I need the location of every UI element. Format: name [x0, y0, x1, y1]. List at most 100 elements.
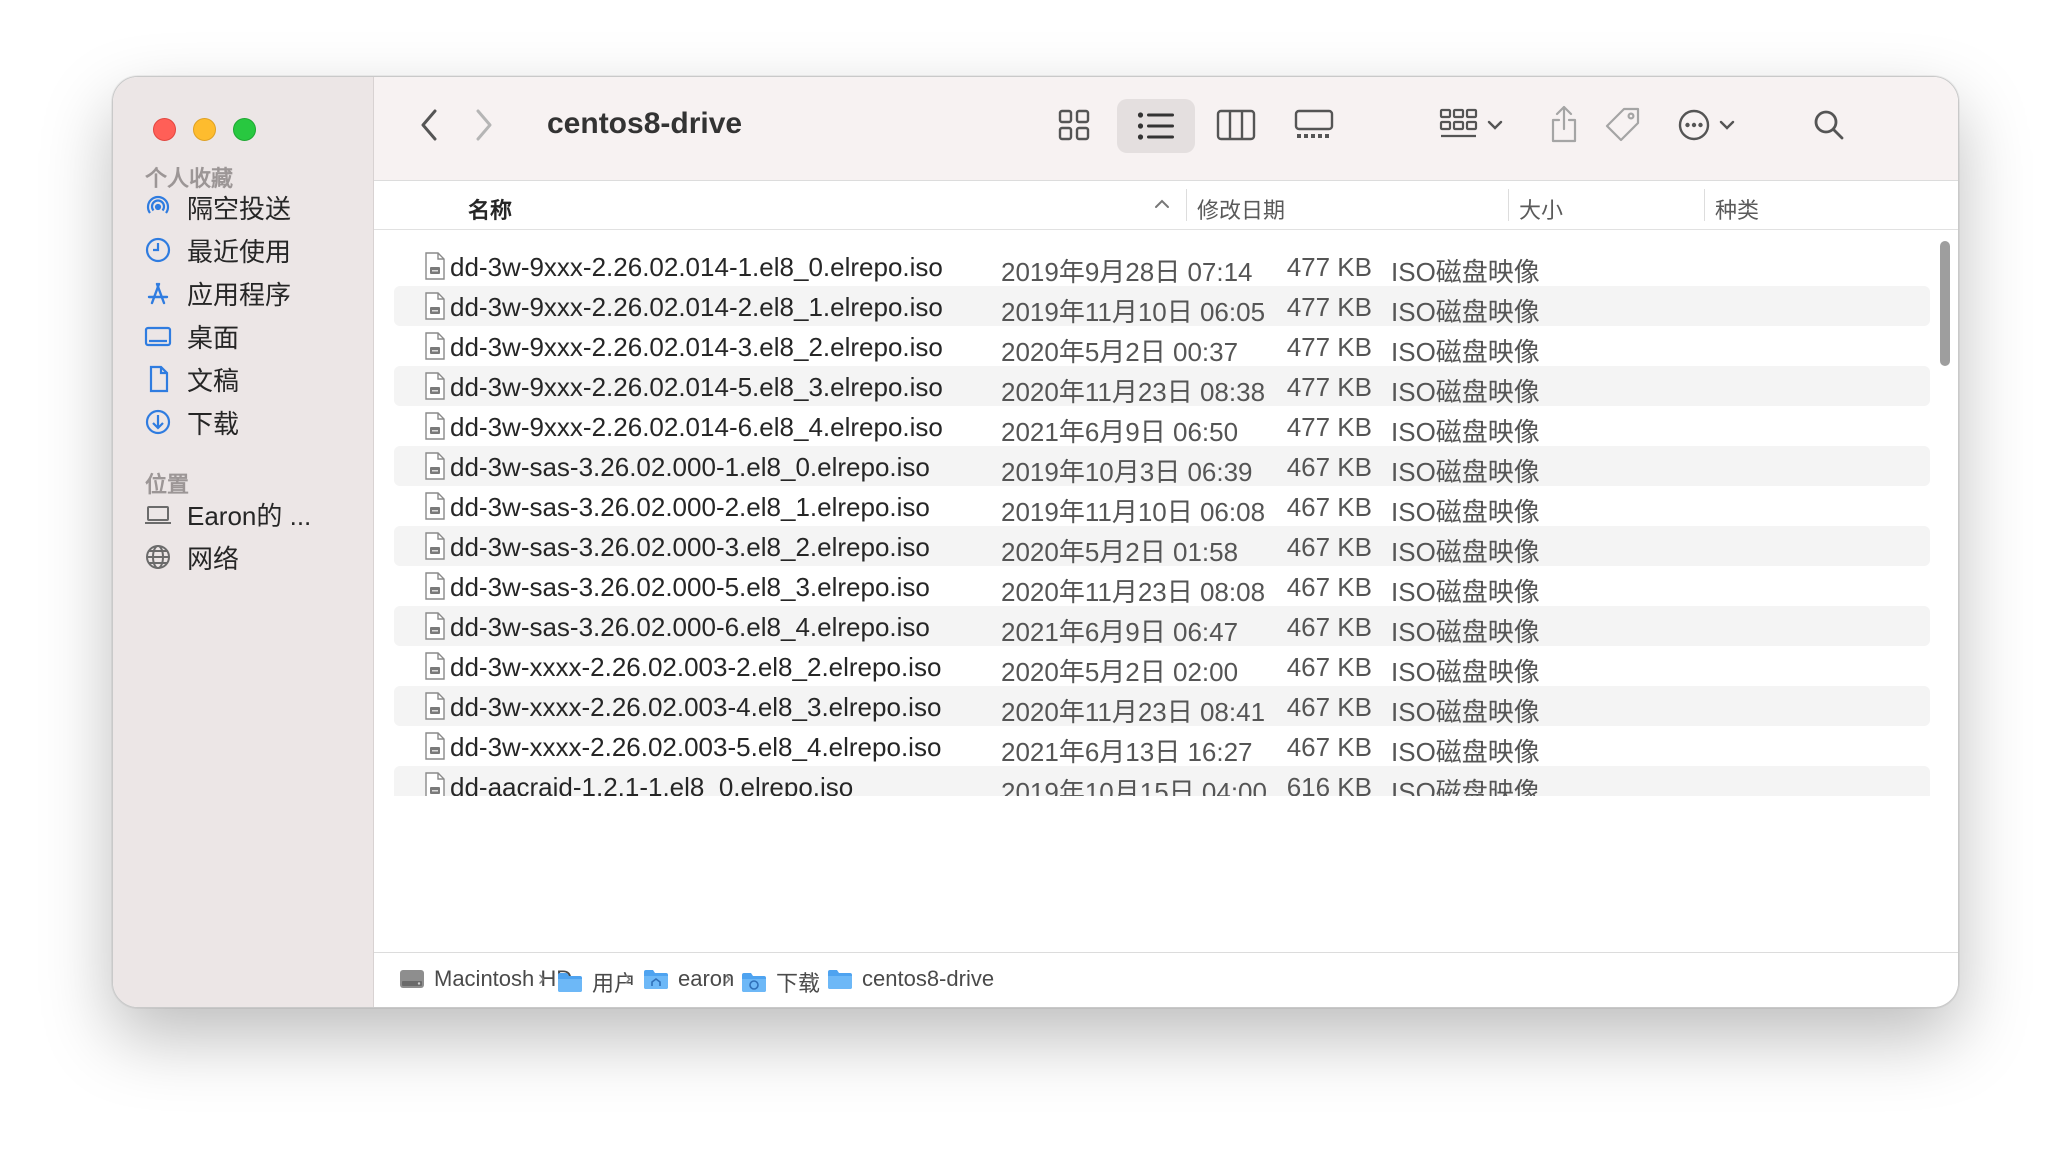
path-label: Macintosh HD [434, 966, 573, 991]
file-name: dd-3w-xxxx-2.26.02.003-2.el8_2.elrepo.is… [450, 652, 942, 682]
close-button[interactable] [153, 118, 176, 141]
airdrop-icon [143, 192, 173, 222]
file-size: 477 KB [1286, 252, 1372, 282]
path-item-macintosh-hd[interactable]: Macintosh HD [398, 966, 572, 992]
column-separator[interactable] [1704, 189, 1705, 221]
sidebar: 个人收藏 隔空投送 最近使用 应用程序 桌面 文稿 下载 位置 Earon的 .… [113, 77, 374, 1007]
file-kind: ISO磁盘映像 [1391, 617, 1540, 647]
file-modified-date: 2021年6月9日 06:50 [1001, 417, 1239, 447]
file-row[interactable]: dd-3w-xxxx-2.26.02.003-5.el8_4.elrepo.is… [394, 726, 1930, 767]
file-row[interactable]: dd-3w-9xxx-2.26.02.014-6.el8_4.elrepo.is… [394, 406, 1930, 447]
file-size: 467 KB [1286, 652, 1372, 682]
laptop-icon [143, 499, 173, 529]
file-row[interactable]: dd-3w-xxxx-2.26.02.003-2.el8_2.elrepo.is… [394, 646, 1930, 687]
file-modified-date: 2020年11月23日 08:38 [1001, 377, 1266, 407]
file-row[interactable]: dd-3w-sas-3.26.02.000-3.el8_2.elrepo.iso… [394, 526, 1930, 567]
sidebar-item-network[interactable]: 网络 [143, 535, 363, 579]
download-icon [143, 407, 173, 437]
share-button[interactable] [1544, 99, 1584, 149]
column-header-size[interactable]: 大小 [1519, 193, 1563, 225]
icon-view-button[interactable] [1054, 105, 1094, 145]
sidebar-item-airdrop[interactable]: 隔空投送 [143, 185, 363, 229]
file-size: 477 KB [1286, 412, 1372, 442]
file-modified-date: 2019年10月15日 04:00 [1001, 777, 1267, 796]
column-view-button[interactable] [1214, 105, 1258, 145]
file-size: 467 KB [1286, 452, 1372, 482]
iso-file-icon [425, 692, 445, 720]
zoom-button[interactable] [233, 118, 256, 141]
file-modified-date: 2020年5月2日 02:00 [1001, 657, 1239, 687]
path-item-current[interactable]: centos8-drive [826, 966, 994, 992]
iso-file-icon [425, 492, 445, 520]
sort-ascending-icon [1155, 199, 1169, 208]
column-separator[interactable] [1186, 189, 1187, 221]
clock-icon [143, 235, 173, 265]
globe-icon [143, 542, 173, 572]
group-by-button[interactable] [1434, 105, 1508, 145]
file-row[interactable]: dd-3w-xxxx-2.26.02.003-4.el8_3.elrepo.is… [394, 686, 1930, 727]
file-kind: ISO磁盘映像 [1391, 257, 1540, 287]
file-size: 467 KB [1286, 572, 1372, 602]
sidebar-item-label: 网络 [187, 543, 240, 574]
more-actions-button[interactable] [1672, 105, 1740, 145]
file-row[interactable]: dd-3w-sas-3.26.02.000-1.el8_0.elrepo.iso… [394, 446, 1930, 487]
back-button[interactable] [414, 107, 444, 143]
applications-icon [143, 278, 173, 308]
file-row[interactable]: dd-3w-sas-3.26.02.000-5.el8_3.elrepo.iso… [394, 566, 1930, 607]
file-kind: ISO磁盘映像 [1391, 777, 1540, 796]
finder-window: 个人收藏 隔空投送 最近使用 应用程序 桌面 文稿 下载 位置 Earon的 .… [112, 76, 1959, 1008]
file-kind: ISO磁盘映像 [1391, 377, 1540, 407]
file-size: 616 KB [1286, 772, 1372, 796]
sidebar-item-mac[interactable]: Earon的 ... [143, 492, 363, 536]
sidebar-item-recents[interactable]: 最近使用 [143, 228, 363, 272]
search-button[interactable] [1809, 105, 1849, 145]
file-row[interactable]: dd-3w-sas-3.26.02.000-6.el8_4.elrepo.iso… [394, 606, 1930, 647]
file-kind: ISO磁盘映像 [1391, 577, 1540, 607]
window-title: centos8-drive [547, 107, 743, 140]
file-name: dd-3w-sas-3.26.02.000-6.el8_4.elrepo.iso [450, 612, 930, 642]
file-modified-date: 2020年5月2日 01:58 [1001, 537, 1239, 567]
path-bar: Macintosh HD › 用户 › earon › 下载 › centos8… [374, 952, 1958, 1007]
file-name: dd-3w-xxxx-2.26.02.003-5.el8_4.elrepo.is… [450, 732, 942, 762]
file-row[interactable]: dd-aacraid-1.2.1-1.el8_0.elrepo.iso 2019年… [394, 766, 1930, 796]
sidebar-item-downloads[interactable]: 下载 [143, 400, 363, 444]
file-row[interactable]: dd-3w-sas-3.26.02.000-2.el8_1.elrepo.iso… [394, 486, 1930, 527]
column-separator[interactable] [1508, 189, 1509, 221]
file-size: 467 KB [1286, 492, 1372, 522]
gallery-icon [1294, 109, 1334, 138]
list-view-button[interactable] [1117, 99, 1195, 153]
file-row[interactable]: dd-3w-9xxx-2.26.02.014-3.el8_2.elrepo.is… [394, 326, 1930, 367]
file-kind: ISO磁盘映像 [1391, 297, 1540, 327]
file-size: 467 KB [1286, 532, 1372, 562]
gallery-view-button[interactable] [1292, 105, 1336, 145]
file-name: dd-3w-sas-3.26.02.000-2.el8_1.elrepo.iso [450, 492, 930, 522]
sidebar-item-label: 桌面 [187, 322, 240, 353]
file-name: dd-3w-9xxx-2.26.02.014-3.el8_2.elrepo.is… [450, 332, 943, 362]
forward-button[interactable] [469, 107, 499, 143]
file-kind: ISO磁盘映像 [1391, 697, 1540, 727]
file-name: dd-aacraid-1.2.1-1.el8_0.elrepo.iso [450, 772, 854, 796]
file-row[interactable]: dd-3w-9xxx-2.26.02.014-2.el8_1.elrepo.is… [394, 286, 1930, 327]
path-item-home[interactable]: earon [642, 966, 734, 992]
chevron-right-icon [476, 109, 492, 141]
tag-button[interactable] [1602, 103, 1644, 147]
file-name: dd-3w-9xxx-2.26.02.014-2.el8_1.elrepo.is… [450, 292, 943, 322]
column-header-kind[interactable]: 种类 [1715, 193, 1759, 225]
iso-file-icon [425, 532, 445, 560]
sidebar-item-desktop[interactable]: 桌面 [143, 314, 363, 358]
iso-file-icon [425, 332, 445, 360]
column-header-modified[interactable]: 修改日期 [1197, 193, 1285, 225]
file-name: dd-3w-sas-3.26.02.000-3.el8_2.elrepo.iso [450, 532, 930, 562]
sidebar-item-applications[interactable]: 应用程序 [143, 271, 363, 315]
file-row[interactable]: dd-3w-9xxx-2.26.02.014-5.el8_3.elrepo.is… [394, 366, 1930, 407]
file-kind: ISO磁盘映像 [1391, 737, 1540, 767]
file-modified-date: 2021年6月9日 06:47 [1001, 617, 1239, 647]
sidebar-item-documents[interactable]: 文稿 [143, 357, 363, 401]
iso-file-icon [425, 612, 445, 640]
scrollbar-thumb[interactable] [1940, 241, 1950, 366]
column-header-name[interactable]: 名称 [468, 193, 512, 225]
minimize-button[interactable] [193, 118, 216, 141]
file-kind: ISO磁盘映像 [1391, 497, 1540, 527]
document-icon [143, 364, 173, 394]
file-row[interactable]: dd-3w-9xxx-2.26.02.014-1.el8_0.elrepo.is… [394, 246, 1930, 287]
